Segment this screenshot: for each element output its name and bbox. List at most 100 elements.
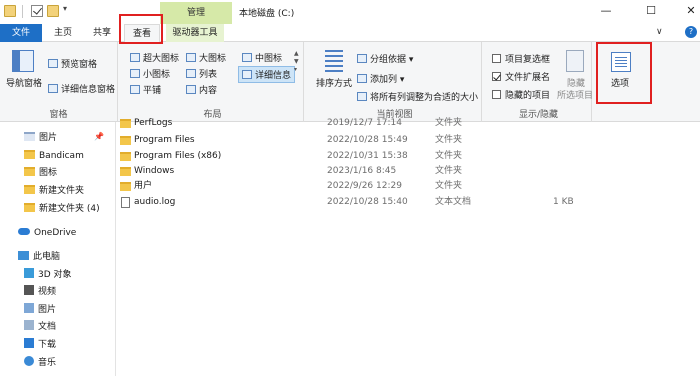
tab-home[interactable]: 主页 [48, 24, 78, 42]
nav-item-label: OneDrive [34, 228, 77, 238]
fit-columns-button[interactable]: 将所有列调整为合适的大小 [357, 90, 478, 103]
file-name: Program Files [134, 135, 195, 145]
show-hide-label: 文件扩展名 [505, 73, 551, 83]
content-button[interactable]: 内容 [186, 83, 217, 96]
navigation-pane-icon[interactable] [12, 50, 34, 72]
layout-label: 详细信息 [255, 71, 292, 81]
cloud-icon [18, 228, 30, 235]
nav-item-label: 此电脑 [33, 252, 61, 262]
current-view-label: 将所有列调整为合适的大小 [370, 93, 479, 103]
nav-item-label: 音乐 [38, 358, 57, 368]
tab-file[interactable]: 文件 [0, 24, 42, 42]
options-button[interactable]: 选项 [611, 76, 629, 89]
file-row[interactable]: audio.log 2022/10/28 15:40 文本文档 1 KB [117, 194, 700, 210]
file-extensions-toggle[interactable]: 文件扩展名 [492, 70, 550, 83]
small-icons-button[interactable]: 小图标 [130, 67, 170, 80]
nav-item-icons-folder[interactable]: 图标 [24, 165, 57, 182]
file-row[interactable]: Program Files 2022/10/28 15:49 文件夹 [117, 132, 700, 148]
current-view-group: 排序方式 分组依据 ▾ 添加列 ▾ 将所有列调整为合适的大小 当前视图 [308, 42, 482, 122]
file-row[interactable]: Windows 2023/1/16 8:45 文件夹 [117, 163, 700, 179]
details-pane-icon [48, 84, 58, 93]
file-row[interactable]: PerfLogs 2019/12/7 17:14 文件夹 [117, 115, 700, 131]
sort-by-icon[interactable] [325, 50, 343, 72]
hide-selected-label: 所选项目 [557, 91, 594, 101]
extra-large-icons-button[interactable]: 超大图标 [130, 51, 179, 64]
folder-icon[interactable] [4, 5, 16, 17]
nav-item-new-folder[interactable]: 新建文件夹 [24, 183, 84, 200]
nav-item-onedrive[interactable]: OneDrive [18, 225, 76, 242]
file-row[interactable]: 用户 2022/9/26 12:29 文件夹 [117, 178, 700, 194]
hide-selected-icon[interactable] [566, 50, 584, 72]
file-type: 文件夹 [435, 181, 463, 191]
manage-tab[interactable]: 管理 [160, 2, 232, 24]
details-pane-button[interactable]: 详细信息窗格 [48, 82, 115, 95]
file-date: 2022/10/31 15:38 [327, 151, 408, 161]
ribbon-collapse-chevron-icon[interactable]: ∨ [656, 27, 663, 37]
folder-icon [120, 152, 131, 161]
nav-item-bandicam[interactable]: Bandicam [24, 148, 84, 165]
small-icons-icon [130, 69, 140, 78]
tab-share[interactable]: 共享 [88, 24, 116, 42]
preview-pane-button[interactable]: 预览窗格 [48, 57, 97, 70]
file-date: 2022/9/26 12:29 [327, 181, 402, 191]
nav-item-label: 视频 [38, 287, 57, 297]
tab-view[interactable]: 查看 [124, 24, 160, 43]
folder-icon [24, 203, 35, 212]
nav-item-videos[interactable]: 视频 [24, 284, 56, 301]
details-icon [242, 70, 252, 79]
file-row[interactable]: Program Files (x86) 2022/10/31 15:38 文件夹 [117, 148, 700, 164]
nav-item-pictures[interactable]: 图片 [24, 130, 57, 147]
group-by-button[interactable]: 分组依据 ▾ [357, 52, 413, 65]
nav-item-this-pc[interactable]: 此电脑 [18, 249, 60, 266]
sort-by-button[interactable]: 排序方式 [316, 76, 352, 89]
downloads-icon [24, 338, 34, 348]
new-folder-icon[interactable] [47, 5, 59, 17]
layout-label: 超大图标 [143, 54, 180, 64]
nav-item-documents[interactable]: 文档 [24, 319, 56, 336]
checkbox-icon [492, 54, 501, 63]
hidden-items-toggle[interactable]: 隐藏的项目 [492, 88, 550, 101]
toolbar-divider [22, 5, 23, 18]
nav-item-downloads[interactable]: 下载 [24, 337, 56, 354]
nav-item-pictures-2[interactable]: 图片 [24, 302, 56, 319]
layout-scroll-arrows-icon[interactable]: ▲ ▼ ▾ [294, 50, 299, 74]
manage-tab-label: 管理 [186, 8, 205, 18]
nav-item-music[interactable]: 音乐 [24, 355, 56, 372]
medium-icons-button[interactable]: 中图标 [242, 51, 282, 64]
tiles-button[interactable]: 平铺 [130, 83, 161, 96]
item-checkboxes-toggle[interactable]: 项目复选框 [492, 52, 550, 65]
details-button[interactable]: 详细信息 [238, 66, 296, 83]
quick-access-dropdown-icon[interactable]: ▾ [63, 4, 75, 16]
layout-label: 内容 [199, 86, 218, 96]
checkbox-checked-icon [492, 72, 501, 81]
help-icon[interactable]: ? [685, 26, 697, 38]
file-date: 2022/10/28 15:49 [327, 135, 408, 145]
large-icons-button[interactable]: 大图标 [186, 51, 226, 64]
ribbon: 导航窗格 预览窗格 详细信息窗格 窗格 超大图标 大图标 中图标 小图标 列表 … [0, 42, 700, 122]
pin-icon[interactable]: 📌 [94, 132, 104, 141]
documents-icon [24, 320, 34, 330]
add-columns-icon [357, 74, 367, 83]
pictures-icon [24, 303, 34, 313]
add-columns-button[interactable]: 添加列 ▾ [357, 72, 404, 85]
details-pane-label: 详细信息窗格 [61, 85, 116, 95]
group-label: 窗格 [49, 110, 68, 120]
file-name: audio.log [134, 197, 176, 207]
nav-item-label: Bandicam [39, 151, 84, 161]
close-button[interactable]: ✕ [683, 3, 699, 19]
options-icon[interactable] [611, 52, 631, 72]
file-type: 文本文档 [435, 197, 472, 207]
large-icons-icon [186, 53, 196, 62]
minimize-button[interactable]: — [598, 3, 614, 19]
layout-group: 超大图标 大图标 中图标 小图标 列表 详细信息 平铺 内容 ▲ ▼ ▾ 布局 [122, 42, 304, 122]
list-icon [186, 69, 196, 78]
nav-item-3d-objects[interactable]: 3D 对象 [24, 267, 72, 284]
nav-item-label: 图标 [39, 168, 58, 178]
tab-drive-tools[interactable]: 驱动器工具 [166, 24, 224, 42]
navigation-pane-button[interactable]: 导航窗格 [6, 76, 42, 89]
title-bar: ▾ 管理 本地磁盘 (C:) — ☐ ✕ [0, 0, 700, 24]
nav-item-new-folder-4[interactable]: 新建文件夹 (4) [24, 201, 100, 218]
list-button[interactable]: 列表 [186, 67, 217, 80]
properties-check-icon[interactable] [31, 5, 43, 17]
maximize-button[interactable]: ☐ [643, 3, 659, 19]
